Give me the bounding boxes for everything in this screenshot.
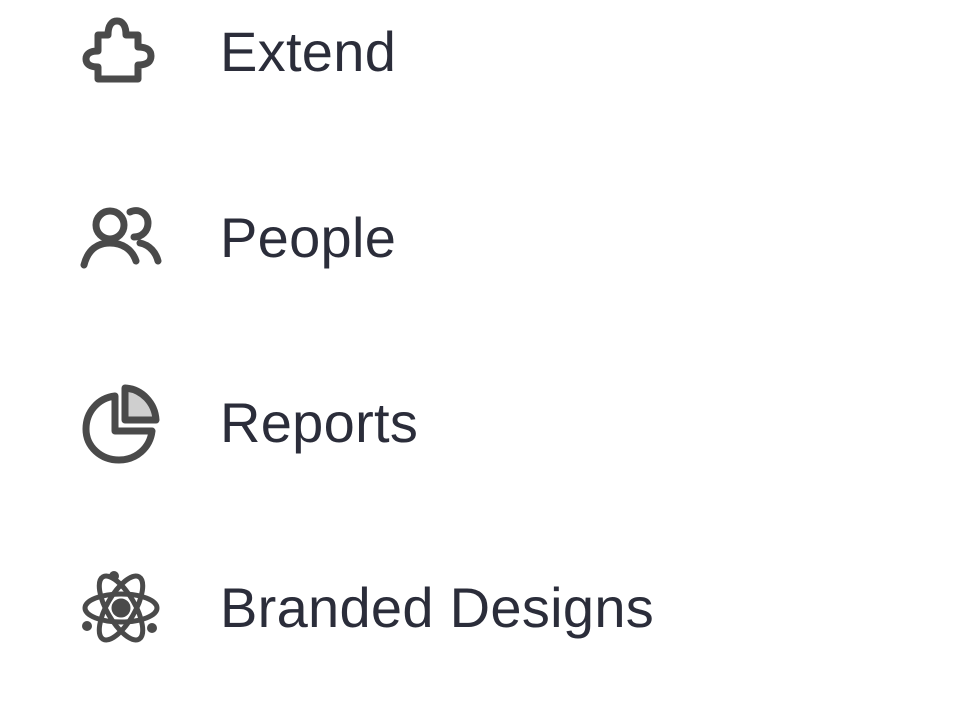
sidebar-item-branded-designs[interactable]: Branded Designs — [0, 538, 960, 678]
sidebar-nav: Extend People Reports Branded Designs — [0, 0, 960, 720]
puzzle-icon — [78, 9, 164, 95]
sidebar-item-label: Extend — [220, 20, 397, 83]
sidebar-item-reports[interactable]: Reports — [0, 353, 960, 493]
sidebar-item-people[interactable]: People — [0, 168, 960, 308]
sidebar-item-label: Branded Designs — [220, 576, 655, 639]
atom-icon — [78, 565, 164, 651]
sidebar-item-label: Reports — [220, 391, 419, 454]
pie-chart-icon — [78, 380, 164, 466]
sidebar-item-extend[interactable]: Extend — [0, 0, 960, 122]
sidebar-item-label: People — [220, 206, 397, 269]
people-icon — [78, 195, 164, 281]
